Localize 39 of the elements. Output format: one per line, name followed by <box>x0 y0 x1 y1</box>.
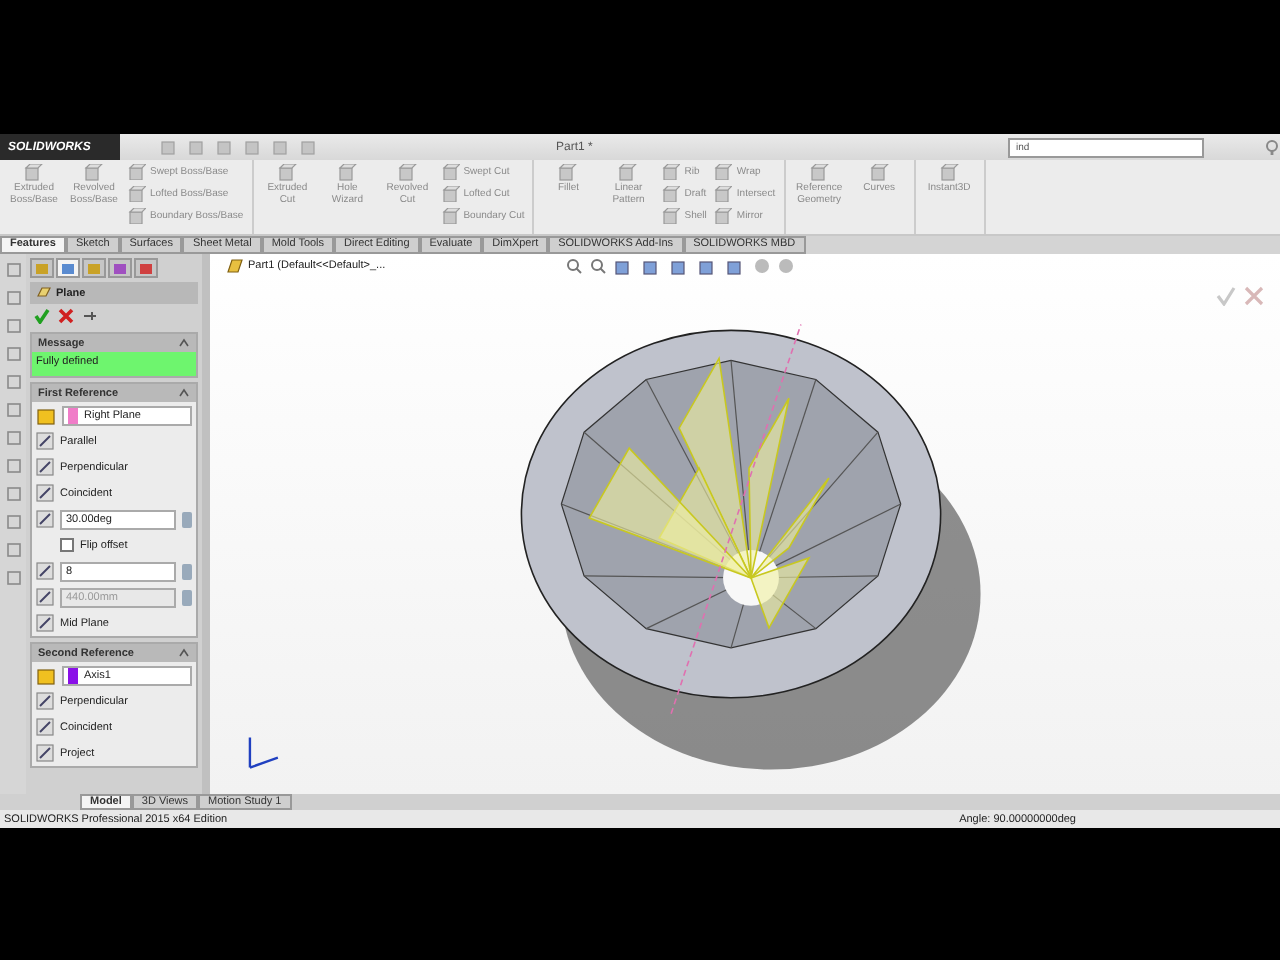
constraint-icon[interactable] <box>36 484 54 502</box>
cube-icon <box>128 208 146 224</box>
panel-tab[interactable] <box>108 258 132 278</box>
check-icon[interactable] <box>34 308 50 324</box>
cube-icon <box>662 186 681 202</box>
plane-icon <box>36 286 52 300</box>
constraint-icon[interactable] <box>36 692 54 710</box>
dimension-icon <box>36 562 54 580</box>
cube-icon <box>128 186 146 202</box>
part-icon <box>226 258 244 274</box>
cube-icon <box>441 186 460 202</box>
panel-tab[interactable] <box>56 258 80 278</box>
reference-icon <box>36 665 56 685</box>
constraint-icon[interactable] <box>36 432 54 450</box>
constraint-icon[interactable] <box>36 718 54 736</box>
check-icon[interactable] <box>1216 286 1236 306</box>
cube-icon <box>662 208 681 224</box>
collapse-icon[interactable] <box>178 338 190 348</box>
close-icon[interactable] <box>1244 286 1264 306</box>
zoom-icon[interactable] <box>590 257 606 273</box>
reference-icon <box>36 405 56 425</box>
spinner[interactable] <box>182 511 192 527</box>
dimension-icon <box>36 588 54 606</box>
panel-tab[interactable] <box>30 258 54 278</box>
help-icon[interactable] <box>1264 139 1280 155</box>
collapse-icon[interactable] <box>178 388 190 398</box>
cube-icon <box>714 208 733 224</box>
close-icon[interactable] <box>58 308 74 324</box>
zoom-icon[interactable] <box>566 257 582 273</box>
checkbox[interactable] <box>60 538 74 552</box>
panel-tab[interactable] <box>134 258 158 278</box>
constraint-icon[interactable] <box>36 614 54 632</box>
collapse-icon[interactable] <box>178 648 190 658</box>
cube-icon <box>441 208 460 224</box>
cube-icon <box>714 186 733 202</box>
constraint-icon[interactable] <box>36 458 54 476</box>
panel-tab[interactable] <box>82 258 106 278</box>
constraint-icon[interactable] <box>36 744 54 762</box>
dimension-icon <box>36 510 54 528</box>
